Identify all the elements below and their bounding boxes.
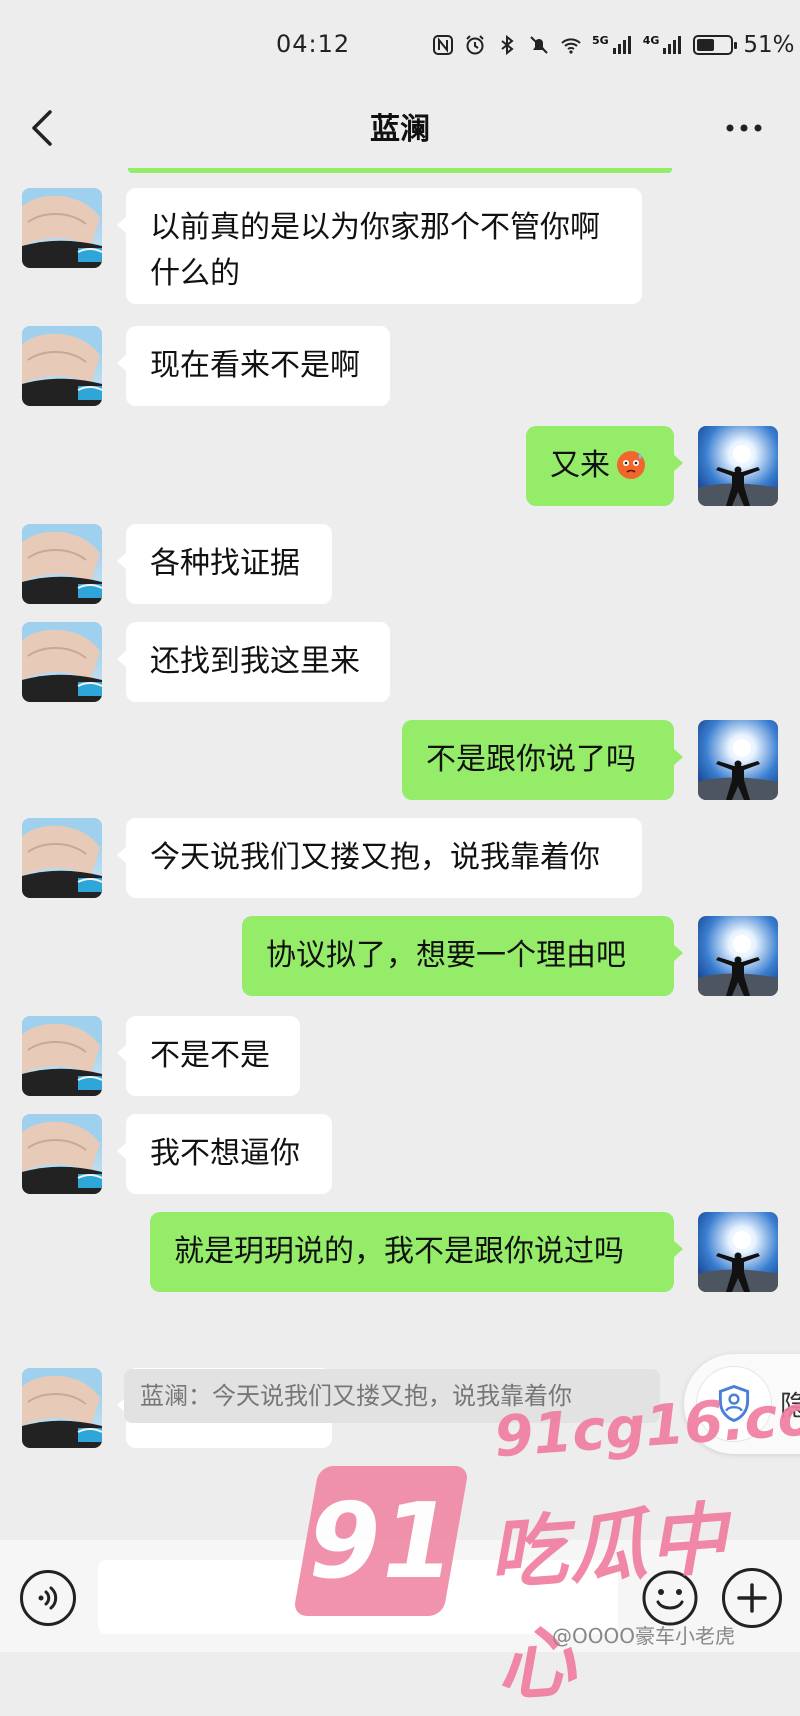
message-text: 现在看来不是啊 xyxy=(150,348,360,383)
contact-avatar[interactable] xyxy=(22,818,102,898)
received-message-bubble[interactable]: 以前真的是以为你家那个不管你啊 什么的 xyxy=(117,188,642,304)
sent-message-bubble[interactable]: 就是玥玥说的，我不是跟你说过吗 xyxy=(150,1212,683,1292)
contact-avatar[interactable] xyxy=(22,1368,102,1448)
message-text: 各种找证据 xyxy=(150,546,300,581)
battery-icon xyxy=(693,35,738,55)
status-icons: 5G 4G 51% xyxy=(432,30,795,60)
received-message-bubble[interactable]: 我不想逼你 xyxy=(117,1114,332,1194)
self-avatar[interactable] xyxy=(698,426,778,506)
chat-title: 蓝澜 xyxy=(370,112,430,147)
status-bar: 04:12 5G 4G 51% xyxy=(0,0,800,92)
sent-message-bubble[interactable]: 又来 xyxy=(526,426,683,506)
message-text: 就是玥玥说的，我不是跟你说过吗 xyxy=(174,1234,624,1269)
contact-avatar[interactable] xyxy=(22,326,102,406)
cold-sweat-emoji-icon xyxy=(617,451,645,479)
self-avatar[interactable] xyxy=(698,1212,778,1292)
battery-percent: 51% xyxy=(743,32,795,58)
message-text: 什么的 xyxy=(150,256,240,291)
self-avatar[interactable] xyxy=(698,916,778,996)
watermark-logo: 91 xyxy=(292,1466,470,1616)
contact-avatar[interactable] xyxy=(22,622,102,702)
alarm-icon xyxy=(466,35,484,55)
message-text: 协议拟了，想要一个理由吧 xyxy=(266,938,626,973)
received-message-bubble[interactable]: 今天说我们又搂又抱，说我靠着你 xyxy=(117,818,642,898)
contact-avatar[interactable] xyxy=(22,188,102,268)
message-text: 以前真的是以为你家那个不管你啊 xyxy=(150,210,600,245)
received-message-bubble[interactable]: 各种找证据 xyxy=(117,524,332,604)
bluetooth-icon xyxy=(501,34,514,56)
voice-input-button[interactable] xyxy=(20,1570,76,1626)
message-text: 不是跟你说了吗 xyxy=(426,742,636,777)
sent-message-bubble[interactable]: 协议拟了，想要一个理由吧 xyxy=(242,916,683,996)
message-text: 不是不是 xyxy=(150,1038,270,1073)
contact-avatar[interactable] xyxy=(22,1016,102,1096)
nfc-icon xyxy=(433,35,453,55)
sent-message-bubble[interactable]: 不是跟你说了吗 xyxy=(402,720,683,800)
chat-header: 蓝澜 xyxy=(0,92,800,168)
self-avatar[interactable] xyxy=(698,720,778,800)
signal-5g-label: 5G xyxy=(592,33,609,47)
received-message-bubble[interactable]: 不是不是 xyxy=(117,1016,300,1096)
previous-message-edge xyxy=(128,168,672,173)
status-time: 04:12 xyxy=(276,30,351,58)
voice-icon xyxy=(38,1586,58,1610)
message-text: 今天说我们又搂又抱，说我靠着你 xyxy=(150,840,600,875)
message-text: 又来 xyxy=(550,448,610,483)
mute-icon xyxy=(530,36,548,54)
signal-bars-icon xyxy=(612,36,631,54)
more-options-icon[interactable] xyxy=(724,110,764,146)
message-text: 还找到我这里来 xyxy=(150,644,360,679)
signal-bars-icon xyxy=(663,36,682,54)
wifi-icon xyxy=(561,38,581,54)
contact-avatar[interactable] xyxy=(22,524,102,604)
received-message-bubble[interactable]: 还找到我这里来 xyxy=(117,622,390,702)
watermark-brand: 吃瓜中心 xyxy=(485,1494,732,1713)
signal-4g-label: 4G xyxy=(642,33,660,47)
contact-avatar[interactable] xyxy=(22,1114,102,1194)
message-text: 我不想逼你 xyxy=(150,1136,300,1171)
received-message-bubble[interactable]: 现在看来不是啊 xyxy=(117,326,390,406)
weibo-watermark: @OOOO豪车小老虎 xyxy=(552,1624,735,1648)
